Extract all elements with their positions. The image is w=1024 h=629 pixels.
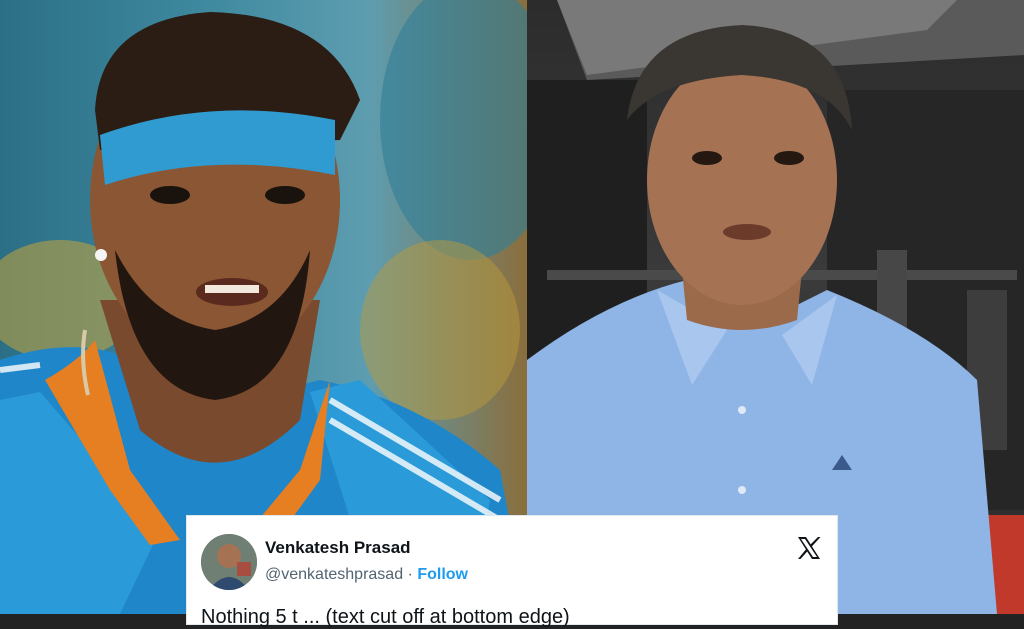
tweet-text-partial: Nothing 5 t ... (text cut off at bottom … — [201, 606, 570, 628]
tweet-handle-row: @venkateshprasad · Follow — [265, 566, 468, 584]
author-avatar[interactable] — [201, 534, 257, 590]
tweet-handle[interactable]: @venkateshprasad — [265, 566, 403, 583]
tweet-author-name[interactable]: Venkatesh Prasad — [265, 538, 411, 558]
follow-button[interactable]: Follow — [417, 566, 468, 583]
x-logo-icon[interactable] — [795, 534, 823, 562]
x-logo-glyph — [798, 537, 821, 559]
tweet-card[interactable]: Venkatesh Prasad @venkateshprasad · Foll… — [186, 515, 838, 628]
avatar-image — [201, 534, 257, 590]
handle-separator: · — [403, 566, 418, 583]
